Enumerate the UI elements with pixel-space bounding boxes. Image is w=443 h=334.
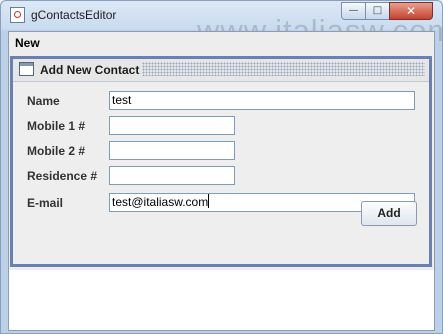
app-window: gContactsEditor www.italiasw.com — □ ✕ N… [0, 0, 443, 334]
menu-bar: New [9, 32, 434, 54]
maximize-icon: □ [372, 5, 383, 16]
maximize-button[interactable]: □ [365, 2, 390, 20]
desktop-area [9, 270, 434, 330]
title-bar-texture [142, 62, 425, 76]
minimize-icon: — [348, 5, 359, 16]
residence-label: Residence # [27, 169, 98, 183]
minimize-button[interactable]: — [341, 2, 366, 20]
frame-title: Add New Contact [40, 63, 140, 77]
name-label: Name [27, 94, 60, 108]
contact-form: Name test Mobile 1 # Mobile 2 # Residenc… [13, 81, 429, 264]
mobile1-label: Mobile 1 # [27, 119, 86, 133]
close-button[interactable]: ✕ [389, 2, 433, 20]
title-bar[interactable]: gContactsEditor www.italiasw.com — □ ✕ [1, 1, 442, 48]
text-caret [208, 194, 210, 208]
frame-icon [19, 62, 34, 76]
residence-field[interactable] [109, 166, 235, 185]
menu-item-new[interactable]: New [15, 36, 40, 50]
add-contact-frame: Add New Contact Name test Mobile 1 # Mob… [10, 56, 432, 267]
name-field-value: test [112, 93, 132, 107]
email-label: E-mail [27, 196, 64, 210]
mobile2-label: Mobile 2 # [27, 144, 86, 158]
window-content: New Add New Contact Name test Mobile 1 #… [8, 31, 435, 331]
mobile2-field[interactable] [109, 141, 235, 160]
frame-title-bar[interactable]: Add New Contact [13, 59, 429, 81]
mobile1-field[interactable] [109, 116, 235, 135]
email-field-value: test@italiasw.com [112, 195, 209, 209]
app-icon [10, 7, 25, 23]
window-title: gContactsEditor [31, 8, 117, 22]
name-field[interactable]: test [109, 91, 415, 110]
close-icon: ✕ [405, 4, 417, 18]
add-button[interactable]: Add [361, 201, 417, 226]
